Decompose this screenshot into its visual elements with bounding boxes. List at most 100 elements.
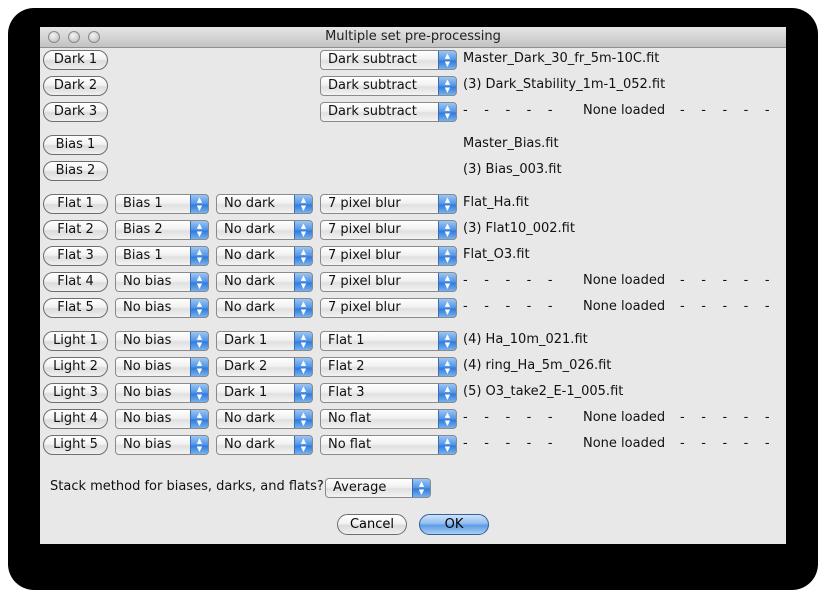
light-flat-select[interactable]: Flat 3 ▲ ▼ — [320, 383, 457, 403]
light-dark-select[interactable]: Dark 1 ▲ ▼ — [216, 331, 313, 351]
stack-method-select[interactable]: Average ▲ ▼ — [325, 478, 431, 498]
flat-bias-select-value: No bias — [123, 274, 172, 289]
bias-file-name: (3) Bias_003.fit — [463, 162, 562, 177]
flat-row: Flat 5 No bias ▲ ▼ No dark ▲ ▼ 7 pixel blur ▲ ▼ - … — [0, 297, 826, 319]
flat-bias-select[interactable]: Bias 2 ▲ ▼ — [115, 220, 209, 240]
dark-method-select[interactable]: Dark subtract ▲ ▼ — [320, 102, 457, 122]
flat-file-name: (3) Flat10_002.fit — [463, 221, 575, 236]
select-arrows-icon: ▲ ▼ — [438, 247, 456, 265]
flat-bias-select-value: Bias 2 — [123, 222, 163, 237]
cancel-button[interactable]: Cancel — [337, 514, 407, 535]
light-bias-select[interactable]: No bias ▲ ▼ — [115, 435, 209, 455]
select-arrows-icon: ▲ ▼ — [190, 273, 208, 291]
flat-dark-select[interactable]: No dark ▲ ▼ — [216, 246, 313, 266]
dark-method-select-value: Dark subtract — [328, 78, 417, 93]
dark-2-button[interactable]: Dark 2 — [43, 76, 108, 96]
flat-bias-select[interactable]: Bias 1 ▲ ▼ — [115, 246, 209, 266]
light-dark-select-value: Dark 2 — [224, 359, 268, 374]
select-arrows-icon: ▲ ▼ — [294, 273, 312, 291]
select-arrows-icon: ▲ ▼ — [438, 195, 456, 213]
dash-separator: - - - - - — [463, 103, 553, 118]
flat-dark-select[interactable]: No dark ▲ ▼ — [216, 298, 313, 318]
dark-file-name: Master_Dark_30_fr_5m-10C.fit — [463, 51, 660, 66]
light-flat-select[interactable]: Flat 2 ▲ ▼ — [320, 357, 457, 377]
dark-3-button[interactable]: Dark 3 — [43, 102, 108, 122]
light-bias-select[interactable]: No bias ▲ ▼ — [115, 357, 209, 377]
flat-blur-select[interactable]: 7 pixel blur ▲ ▼ — [320, 220, 457, 240]
light-4-button[interactable]: Light 4 — [43, 409, 108, 429]
flat-blur-select[interactable]: 7 pixel blur ▲ ▼ — [320, 298, 457, 318]
light-dark-select[interactable]: Dark 2 ▲ ▼ — [216, 357, 313, 377]
light-file-name: None loaded — [583, 436, 666, 451]
select-arrows-icon: ▲ ▼ — [294, 195, 312, 213]
flat-dark-select-value: No dark — [224, 274, 275, 289]
flat-dark-select-value: No dark — [224, 222, 275, 237]
flat-1-button[interactable]: Flat 1 — [43, 194, 108, 214]
flat-dark-select[interactable]: No dark ▲ ▼ — [216, 194, 313, 214]
flat-3-button[interactable]: Flat 3 — [43, 246, 108, 266]
light-dark-select-value: Dark 1 — [224, 385, 268, 400]
flat-4-button[interactable]: Flat 4 — [43, 272, 108, 292]
light-flat-select-value: Flat 2 — [328, 359, 365, 374]
light-flat-select[interactable]: No flat ▲ ▼ — [320, 409, 457, 429]
light-5-button[interactable]: Light 5 — [43, 435, 108, 455]
dark-1-button[interactable]: Dark 1 — [43, 50, 108, 70]
flat-blur-select[interactable]: 7 pixel blur ▲ ▼ — [320, 246, 457, 266]
window-title: Multiple set pre-processing — [325, 29, 501, 44]
flat-blur-select[interactable]: 7 pixel blur ▲ ▼ — [320, 194, 457, 214]
flat-dark-select[interactable]: No dark ▲ ▼ — [216, 220, 313, 240]
dark-method-select[interactable]: Dark subtract ▲ ▼ — [320, 76, 457, 96]
select-arrows-icon: ▲ ▼ — [438, 77, 456, 95]
light-flat-select-value: No flat — [328, 411, 372, 426]
select-arrows-icon: ▲ ▼ — [438, 51, 456, 69]
light-bias-select-value: No bias — [123, 333, 172, 348]
light-2-button[interactable]: Light 2 — [43, 357, 108, 377]
light-row: Light 5 No bias ▲ ▼ No dark ▲ ▼ No flat ▲ ▼ - - - … — [0, 434, 826, 456]
select-arrows-icon: ▲ ▼ — [294, 299, 312, 317]
dash-separator: - - - - - — [463, 299, 553, 314]
light-1-button[interactable]: Light 1 — [43, 331, 108, 351]
select-arrows-icon: ▲ ▼ — [438, 384, 456, 402]
dash-separator: - - - - - — [680, 436, 770, 451]
dark-method-select[interactable]: Dark subtract ▲ ▼ — [320, 50, 457, 70]
bias-1-button[interactable]: Bias 1 — [43, 135, 108, 155]
flat-5-button[interactable]: Flat 5 — [43, 298, 108, 318]
light-dark-select[interactable]: Dark 1 ▲ ▼ — [216, 383, 313, 403]
select-arrows-icon: ▲ ▼ — [412, 479, 430, 497]
flat-blur-select[interactable]: 7 pixel blur ▲ ▼ — [320, 272, 457, 292]
light-dark-select[interactable]: No dark ▲ ▼ — [216, 435, 313, 455]
light-file-name: (4) Ha_10m_021.fit — [463, 332, 588, 347]
ok-button[interactable]: OK — [419, 514, 489, 535]
flat-bias-select[interactable]: Bias 1 ▲ ▼ — [115, 194, 209, 214]
flat-dark-select[interactable]: No dark ▲ ▼ — [216, 272, 313, 292]
light-bias-select[interactable]: No bias ▲ ▼ — [115, 331, 209, 351]
light-file-name: (4) ring_Ha_5m_026.fit — [463, 358, 612, 373]
dark-row: Dark 3 Dark subtract ▲ ▼ - - - - - None loade… — [0, 101, 826, 123]
light-flat-select[interactable]: No flat ▲ ▼ — [320, 435, 457, 455]
flat-2-button[interactable]: Flat 2 — [43, 220, 108, 240]
select-arrows-icon: ▲ ▼ — [294, 436, 312, 454]
light-bias-select-value: No bias — [123, 437, 172, 452]
select-arrows-icon: ▲ ▼ — [190, 247, 208, 265]
select-arrows-icon: ▲ ▼ — [190, 358, 208, 376]
light-dark-select[interactable]: No dark ▲ ▼ — [216, 409, 313, 429]
bias-row: Bias 2 (3) Bias_003.fit — [0, 160, 826, 182]
flat-row: Flat 4 No bias ▲ ▼ No dark ▲ ▼ 7 pixel blur ▲ ▼ - … — [0, 271, 826, 293]
select-arrows-icon: ▲ ▼ — [438, 358, 456, 376]
light-row: Light 4 No bias ▲ ▼ No dark ▲ ▼ No flat ▲ ▼ - - - … — [0, 408, 826, 430]
flat-bias-select[interactable]: No bias ▲ ▼ — [115, 298, 209, 318]
bias-2-button[interactable]: Bias 2 — [43, 161, 108, 181]
light-bias-select[interactable]: No bias ▲ ▼ — [115, 409, 209, 429]
light-flat-select[interactable]: Flat 1 ▲ ▼ — [320, 331, 457, 351]
select-arrows-icon: ▲ ▼ — [438, 299, 456, 317]
light-bias-select[interactable]: No bias ▲ ▼ — [115, 383, 209, 403]
flat-blur-select-value: 7 pixel blur — [328, 222, 401, 237]
dark-row: Dark 2 Dark subtract ▲ ▼ (3) Dark_Stability_… — [0, 75, 826, 97]
title-bar: Multiple set pre-processing — [40, 27, 786, 48]
flat-bias-select[interactable]: No bias ▲ ▼ — [115, 272, 209, 292]
flat-file-name: None loaded — [583, 299, 666, 314]
select-arrows-icon: ▲ ▼ — [294, 332, 312, 350]
select-arrows-icon: ▲ ▼ — [190, 195, 208, 213]
light-dark-select-value: Dark 1 — [224, 333, 268, 348]
light-3-button[interactable]: Light 3 — [43, 383, 108, 403]
